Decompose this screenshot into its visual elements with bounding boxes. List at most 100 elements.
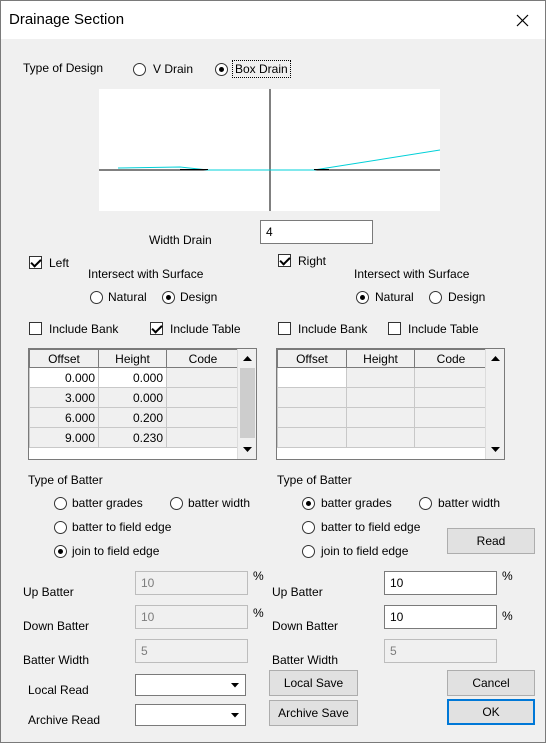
v-drain-label: V Drain	[153, 62, 194, 76]
right-include-bank-label: Include Bank	[298, 322, 368, 336]
type-of-design-label: Type of Design	[23, 61, 104, 75]
right-include-table-label: Include Table	[408, 322, 479, 336]
table-cell[interactable]: 0.000	[29, 367, 99, 388]
right-include-bank-checkbox[interactable]	[278, 322, 291, 335]
table-row: 0.000 0.000	[29, 367, 240, 388]
column-header-height[interactable]: Height	[346, 349, 415, 368]
table-cell[interactable]: 3.000	[29, 387, 99, 408]
table-cell[interactable]	[346, 407, 415, 428]
table-cell[interactable]	[346, 367, 415, 388]
right-batter-grades-radio[interactable]	[302, 497, 315, 510]
right-join-to-field-edge-radio[interactable]	[302, 545, 315, 558]
column-header-offset[interactable]: Offset	[277, 349, 347, 368]
right-down-batter-input[interactable]	[384, 605, 497, 629]
column-header-code[interactable]: Code	[166, 349, 240, 368]
right-batter-to-field-edge-radio[interactable]	[302, 521, 315, 534]
table-cell[interactable]	[277, 427, 347, 448]
right-natural-label: Natural	[375, 290, 414, 304]
left-up-batter-label: Up Batter	[23, 585, 74, 599]
right-batter-width-radio[interactable]	[419, 497, 432, 510]
scroll-thumb[interactable]	[240, 368, 255, 438]
table-cell[interactable]	[277, 407, 347, 428]
left-batter-to-field-edge-radio[interactable]	[54, 521, 67, 534]
local-save-button[interactable]: Local Save	[269, 670, 358, 696]
scroll-up-icon[interactable]	[487, 350, 504, 367]
table-cell[interactable]	[166, 427, 240, 448]
left-batter-width-radio[interactable]	[170, 497, 183, 510]
table-cell[interactable]	[277, 387, 347, 408]
column-header-height[interactable]: Height	[98, 349, 167, 368]
drainage-section-dialog: Drainage Section Type of Design V Drain …	[0, 0, 546, 743]
table-cell[interactable]	[166, 407, 240, 428]
width-drain-input[interactable]	[260, 220, 373, 244]
table-cell[interactable]	[346, 387, 415, 408]
left-include-table-checkbox[interactable]	[150, 322, 163, 335]
table-cell[interactable]	[414, 367, 488, 388]
left-join-to-field-edge-label: join to field edge	[72, 544, 160, 558]
archive-read-label: Archive Read	[28, 713, 101, 727]
right-offset-table[interactable]: Offset Height Code	[276, 348, 505, 460]
table-cell[interactable]	[166, 367, 240, 388]
table-row	[277, 407, 488, 428]
right-up-batter-label: Up Batter	[272, 585, 323, 599]
left-down-batter-input[interactable]	[135, 605, 248, 629]
left-offset-table[interactable]: Offset Height Code 0.000 0.000 3.000 0.0…	[28, 348, 257, 460]
table-cell[interactable]	[277, 367, 347, 388]
left-batter-width-label: batter width	[188, 496, 251, 510]
close-icon[interactable]	[503, 3, 541, 37]
box-drain-label: Box Drain	[232, 60, 291, 78]
column-header-offset[interactable]: Offset	[29, 349, 99, 368]
table-cell[interactable]	[346, 427, 415, 448]
table-cell[interactable]	[414, 427, 488, 448]
left-checkbox[interactable]	[29, 256, 42, 269]
ok-button[interactable]: OK	[447, 699, 535, 725]
right-design-radio[interactable]	[429, 291, 442, 304]
left-up-batter-input[interactable]	[135, 571, 248, 595]
left-join-to-field-edge-radio[interactable]	[54, 545, 67, 558]
local-read-label: Local Read	[28, 683, 89, 697]
table-cell[interactable]: 6.000	[29, 407, 99, 428]
right-down-batter-label: Down Batter	[272, 619, 339, 633]
left-include-bank-checkbox[interactable]	[29, 322, 42, 335]
scroll-up-icon[interactable]	[239, 350, 256, 367]
cancel-button[interactable]: Cancel	[447, 670, 535, 696]
scroll-down-icon[interactable]	[239, 441, 256, 458]
left-natural-radio[interactable]	[90, 291, 103, 304]
archive-read-select[interactable]	[135, 704, 246, 726]
table-cell[interactable]: 0.200	[98, 407, 167, 428]
chevron-down-icon[interactable]	[226, 706, 244, 724]
v-drain-radio[interactable]	[133, 63, 146, 76]
left-type-of-batter-label: Type of Batter	[28, 473, 103, 487]
right-natural-radio[interactable]	[356, 291, 369, 304]
right-up-batter-input[interactable]	[384, 571, 497, 595]
right-batter-width-input[interactable]	[384, 639, 497, 663]
chevron-down-icon[interactable]	[226, 676, 244, 694]
right-intersect-label: Intersect with Surface	[354, 267, 470, 281]
scroll-down-icon[interactable]	[487, 441, 504, 458]
table-cell[interactable]: 0.000	[98, 367, 167, 388]
local-read-select[interactable]	[135, 674, 246, 696]
table-cell[interactable]	[166, 387, 240, 408]
box-drain-radio[interactable]	[215, 63, 228, 76]
right-include-table-checkbox[interactable]	[388, 322, 401, 335]
column-header-code[interactable]: Code	[414, 349, 488, 368]
right-batter-width-field-label: Batter Width	[272, 653, 339, 667]
left-batter-grades-radio[interactable]	[54, 497, 67, 510]
table-cell[interactable]: 0.230	[98, 427, 167, 448]
table-cell[interactable]	[414, 407, 488, 428]
right-batter-width-label: batter width	[438, 496, 501, 510]
archive-save-button[interactable]: Archive Save	[269, 700, 358, 726]
right-down-batter-unit: %	[502, 609, 513, 623]
left-batter-width-input[interactable]	[135, 639, 248, 663]
right-checkbox[interactable]	[278, 254, 291, 267]
right-table-scrollbar[interactable]	[485, 349, 504, 459]
left-batter-to-field-edge-label: batter to field edge	[72, 520, 172, 534]
table-row: 3.000 0.000	[29, 387, 240, 408]
left-table-scrollbar[interactable]	[237, 349, 256, 459]
left-up-batter-unit: %	[253, 569, 264, 583]
table-cell[interactable]: 0.000	[98, 387, 167, 408]
table-cell[interactable]: 9.000	[29, 427, 99, 448]
table-cell[interactable]	[414, 387, 488, 408]
left-design-radio[interactable]	[162, 291, 175, 304]
read-button[interactable]: Read	[447, 528, 535, 554]
